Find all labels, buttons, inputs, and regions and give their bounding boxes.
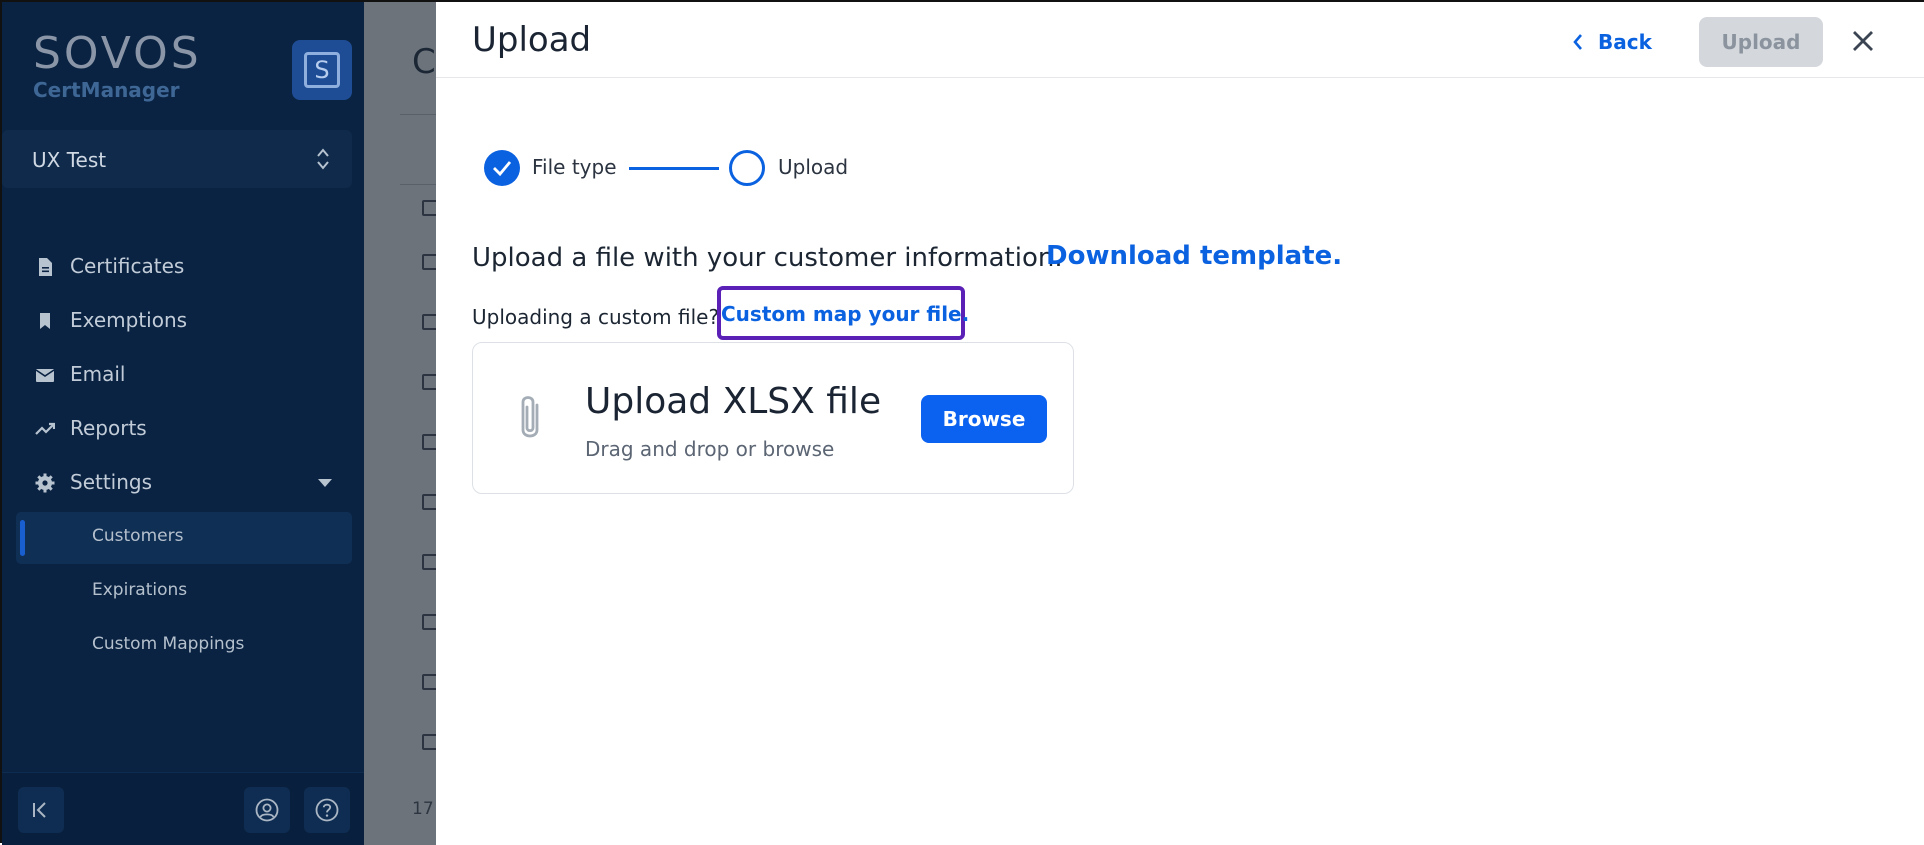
brand-logo: SOVOS bbox=[33, 28, 202, 79]
sidebar-footer bbox=[2, 772, 364, 845]
divider bbox=[400, 184, 440, 185]
background-page-overlay: C 17 bbox=[364, 2, 440, 845]
envelope-icon bbox=[35, 369, 55, 382]
custom-map-link[interactable]: Custom map your file. bbox=[721, 302, 969, 326]
account-button[interactable] bbox=[244, 787, 290, 833]
brand-product-name: CertManager bbox=[33, 78, 180, 102]
intro-text: Upload a file with your customer informa… bbox=[472, 243, 1063, 273]
sidebar-item-label: Settings bbox=[70, 470, 153, 494]
app-badge-letter: S bbox=[304, 52, 340, 88]
collapse-left-icon bbox=[33, 802, 46, 818]
chevron-left-icon bbox=[1573, 34, 1582, 50]
browse-button[interactable]: Browse bbox=[921, 395, 1047, 443]
workspace-label: UX Test bbox=[32, 148, 107, 172]
upload-card-title: Upload XLSX file bbox=[585, 381, 882, 422]
custom-file-question: Uploading a custom file? bbox=[472, 305, 720, 329]
sidebar-item-label: Exemptions bbox=[70, 308, 188, 332]
sidebar-item-reports[interactable]: Reports bbox=[2, 404, 352, 454]
gear-icon bbox=[35, 473, 55, 493]
paperclip-icon bbox=[521, 396, 539, 438]
sidebar-item-certificates[interactable]: Certificates bbox=[2, 242, 352, 292]
step-current-indicator bbox=[729, 150, 765, 186]
sidebar-item-label: Email bbox=[70, 362, 126, 386]
drawer-header: Upload Back Upload bbox=[436, 2, 1924, 78]
sidebar-subitem-label: Expirations bbox=[92, 580, 188, 600]
user-icon bbox=[255, 798, 279, 822]
help-icon bbox=[315, 798, 339, 822]
workspace-selector[interactable]: UX Test bbox=[2, 130, 352, 188]
upload-drawer: Upload Back Upload File type Upload Uplo… bbox=[436, 2, 1924, 845]
checkmark-icon bbox=[493, 161, 512, 177]
background-page-title: C bbox=[412, 42, 436, 82]
download-template-link[interactable]: Download template. bbox=[1046, 241, 1342, 271]
brand: SOVOS CertManager bbox=[33, 28, 202, 102]
sidebar-subitem-expirations[interactable]: Expirations bbox=[16, 566, 352, 618]
upload-submit-button[interactable]: Upload bbox=[1699, 17, 1823, 67]
trend-icon bbox=[35, 422, 55, 435]
sidebar-item-label: Reports bbox=[70, 416, 147, 440]
bookmark-icon bbox=[40, 313, 50, 329]
close-icon[interactable] bbox=[1846, 24, 1880, 58]
sidebar-item-email[interactable]: Email bbox=[2, 350, 352, 400]
sidebar-subitem-label: Custom Mappings bbox=[92, 634, 245, 654]
back-button-label: Back bbox=[1598, 30, 1652, 54]
chevron-up-down-icon bbox=[317, 148, 329, 170]
back-button[interactable]: Back bbox=[1572, 22, 1652, 62]
sidebar: SOVOS CertManager S UX Test Certificates… bbox=[2, 2, 364, 845]
divider bbox=[400, 114, 440, 115]
sidebar-subitem-label: Customers bbox=[92, 526, 184, 546]
step-upload-label: Upload bbox=[778, 155, 849, 179]
drawer-title: Upload bbox=[472, 20, 592, 60]
background-pagination-text: 17 bbox=[412, 799, 434, 819]
step-file-type-label: File type bbox=[532, 155, 617, 179]
caret-down-icon bbox=[318, 479, 332, 487]
sidebar-item-label: Certificates bbox=[70, 254, 185, 278]
sidebar-subitem-customers[interactable]: Customers bbox=[16, 512, 352, 564]
document-icon bbox=[39, 258, 52, 276]
step-connector bbox=[629, 167, 719, 170]
collapse-sidebar-button[interactable] bbox=[18, 787, 64, 833]
upload-card-subtitle: Drag and drop or browse bbox=[585, 437, 835, 461]
sidebar-subitem-custom-mappings[interactable]: Custom Mappings bbox=[16, 620, 352, 672]
help-button[interactable] bbox=[304, 787, 350, 833]
sidebar-item-exemptions[interactable]: Exemptions bbox=[2, 296, 352, 346]
app-badge[interactable]: S bbox=[292, 40, 352, 100]
file-drop-zone[interactable]: Upload XLSX file Drag and drop or browse… bbox=[472, 342, 1074, 494]
step-complete-indicator bbox=[484, 150, 520, 186]
sidebar-item-settings[interactable]: Settings bbox=[2, 458, 352, 508]
